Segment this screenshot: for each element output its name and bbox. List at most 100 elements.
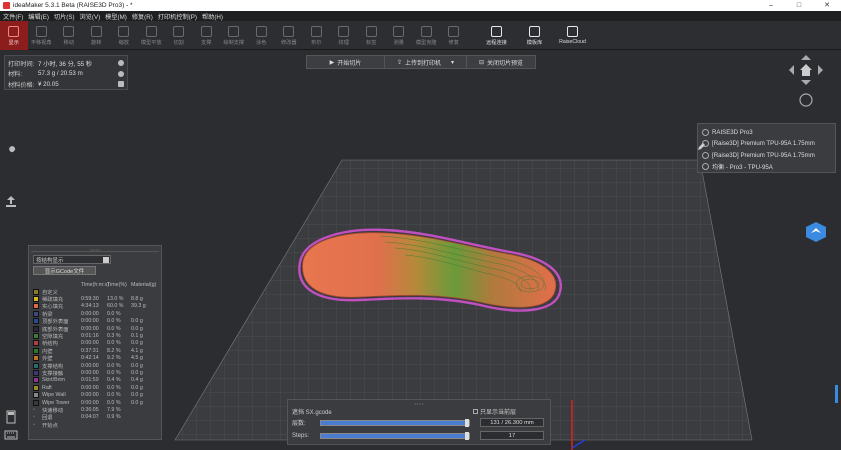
close-preview-button[interactable]: ⊟ 关闭切片预览 bbox=[467, 56, 535, 68]
legend-time: 0:00:00 bbox=[81, 340, 99, 347]
color-swatch[interactable] bbox=[33, 296, 39, 303]
start-slice-button[interactable]: ▶ 开始切片 bbox=[307, 56, 385, 68]
menu-file[interactable]: 文件(F) bbox=[3, 12, 23, 21]
minimize-button[interactable]: – bbox=[757, 0, 785, 11]
printer-settings-panel[interactable]: RAISE3D Pro3 [Raise3D] Premium TPU-95A 1… bbox=[697, 123, 836, 173]
legend-row[interactable]: ◦ 开始点 bbox=[31, 421, 159, 429]
printer-name[interactable]: RAISE3D Pro3 bbox=[702, 127, 831, 138]
vertical-scroll-handle[interactable] bbox=[835, 385, 838, 403]
color-swatch[interactable] bbox=[33, 288, 39, 295]
legend-row[interactable]: Raft 0:00:00 0.0 % 0.0 g bbox=[31, 384, 159, 391]
export-icon[interactable] bbox=[4, 194, 18, 208]
toolbar-boolean-button[interactable]: 布尔 bbox=[303, 21, 331, 50]
upload-to-printer-button[interactable]: ⇪ 上传到打印机 ▾ bbox=[385, 56, 467, 68]
filament-right[interactable]: [Raise3D] Premium TPU-95A 1.75mm bbox=[702, 150, 831, 161]
printer-label: RAISE3D Pro3 bbox=[712, 129, 753, 137]
toolbar-rotate-button[interactable]: 旋转 bbox=[83, 21, 111, 50]
color-swatch[interactable] bbox=[33, 355, 39, 362]
menu-model[interactable]: 模型(M) bbox=[105, 12, 127, 21]
color-swatch[interactable] bbox=[33, 369, 39, 376]
only-current-layer-toggle[interactable]: 只显示当前层 bbox=[472, 407, 516, 416]
calculator-icon[interactable] bbox=[118, 81, 124, 88]
legend-row[interactable]: Wipe Wall 0:00:00 0.0 % 0.0 g bbox=[31, 391, 159, 399]
legend-row[interactable]: Skirt/Brim 0:01:59 0.4 % 0.4 g bbox=[31, 377, 159, 384]
layer-value-input[interactable]: 131 / 26.300 mm bbox=[480, 418, 544, 427]
color-swatch[interactable] bbox=[33, 325, 39, 332]
toolbar-repair-button[interactable]: 修复 bbox=[440, 21, 468, 50]
drag-handle[interactable]: • • • • bbox=[31, 248, 159, 252]
color-swatch[interactable] bbox=[33, 333, 39, 340]
display-mode-select[interactable]: 按结构显示 bbox=[33, 255, 111, 264]
menu-printer-control[interactable]: 打印机控制(P) bbox=[158, 12, 197, 21]
arrow-up-icon[interactable] bbox=[801, 55, 811, 60]
menu-help[interactable]: 帮助(H) bbox=[202, 12, 223, 21]
rotate-view-icon[interactable] bbox=[799, 93, 813, 107]
layer-slider-knob[interactable] bbox=[465, 418, 469, 427]
menu-slice[interactable]: 切片(S) bbox=[54, 12, 75, 21]
color-swatch[interactable] bbox=[33, 384, 39, 391]
toolbar-clone-button[interactable]: 模型克隆 bbox=[413, 21, 441, 50]
color-swatch[interactable] bbox=[33, 318, 39, 325]
color-swatch[interactable]: ◦ bbox=[33, 422, 39, 428]
toolbar-lay-flat-button[interactable]: 模型平放 bbox=[138, 21, 166, 50]
keyboard-icon[interactable] bbox=[4, 428, 18, 442]
toolbar-remote-button[interactable]: 远程连接 bbox=[478, 21, 516, 50]
info-icon[interactable] bbox=[118, 70, 124, 77]
toolbar-eye-button[interactable]: 显示 bbox=[0, 21, 28, 50]
menu-view[interactable]: 浏览(V) bbox=[80, 12, 101, 21]
toolbar-paint-support-button[interactable]: 绘制支撑 bbox=[220, 21, 248, 50]
close-button[interactable]: ✕ bbox=[813, 0, 841, 11]
color-swatch[interactable] bbox=[33, 303, 39, 310]
raise3d-assistant-icon[interactable] bbox=[805, 221, 827, 243]
toolbar-color-button[interactable]: 涂色 bbox=[248, 21, 276, 50]
show-gcode-button[interactable]: 显示GCode文件 bbox=[33, 266, 96, 275]
legend-time: 0:36:05 bbox=[81, 406, 99, 413]
print-info-panel: 打印时间: 7 小时, 36 分, 55 秒 材料: 57.3 g / 20.53 … bbox=[4, 55, 128, 90]
color-swatch[interactable] bbox=[33, 310, 39, 317]
info-icon[interactable] bbox=[118, 60, 124, 67]
maximize-button[interactable]: □ bbox=[785, 0, 813, 11]
toolbar-scale-button[interactable]: 缩放 bbox=[110, 21, 138, 50]
view-navigator[interactable] bbox=[787, 53, 825, 107]
steps-slider-knob[interactable] bbox=[465, 431, 469, 440]
color-swatch[interactable] bbox=[33, 377, 39, 384]
color-swatch[interactable]: ◦ bbox=[33, 407, 39, 413]
toolbar-pan-button[interactable]: 平移视角 bbox=[28, 21, 56, 50]
toolbar-texture-button[interactable]: 纹理 bbox=[330, 21, 358, 50]
toolbar-cloud-button[interactable]: RaiseCloud bbox=[554, 21, 592, 50]
toolbar-label: 移动 bbox=[63, 39, 74, 46]
toolbar-template-button[interactable]: 模板库 bbox=[516, 21, 554, 50]
slice-profile[interactable]: 均衡 - Pro3 - TPU-95A bbox=[702, 161, 831, 172]
toolbar-move-button[interactable]: 移动 bbox=[55, 21, 83, 50]
steps-value-input[interactable]: 17 bbox=[480, 431, 544, 440]
toolbar-cut-button[interactable]: 切割 bbox=[165, 21, 193, 50]
menu-repair[interactable]: 修复(R) bbox=[132, 12, 153, 21]
color-swatch[interactable] bbox=[33, 362, 39, 369]
toolbar-measure-button[interactable]: 测量 bbox=[385, 21, 413, 50]
color-swatch[interactable] bbox=[33, 399, 39, 406]
checkbox[interactable] bbox=[472, 409, 478, 414]
edit-icon[interactable] bbox=[697, 143, 705, 151]
menu-edit[interactable]: 编辑(E) bbox=[28, 12, 49, 21]
arrow-down-icon[interactable] bbox=[801, 80, 811, 85]
layer-slider[interactable] bbox=[320, 418, 470, 427]
steps-slider[interactable] bbox=[320, 431, 470, 440]
home-icon[interactable] bbox=[800, 64, 812, 76]
calculator-side-icon[interactable] bbox=[4, 410, 18, 424]
filament-left[interactable]: [Raise3D] Premium TPU-95A 1.75mm bbox=[702, 138, 831, 149]
legend-name: Wipe Wall bbox=[42, 392, 66, 399]
chevron-down-icon[interactable] bbox=[103, 257, 109, 263]
color-swatch[interactable] bbox=[33, 392, 39, 399]
wrench-icon[interactable] bbox=[4, 146, 18, 160]
toolbar-modifier-button[interactable]: 修改器 bbox=[275, 21, 303, 50]
arrow-right-icon[interactable] bbox=[818, 65, 823, 75]
color-swatch[interactable] bbox=[33, 340, 39, 347]
legend-row[interactable]: 支撑接触 0:00:00 0.0 % 0.0 g bbox=[31, 369, 159, 377]
arrow-left-icon[interactable] bbox=[789, 65, 794, 75]
chevron-down-icon[interactable]: ▾ bbox=[451, 59, 454, 66]
color-swatch[interactable] bbox=[33, 347, 39, 354]
color-swatch[interactable]: ◦ bbox=[33, 414, 39, 420]
drag-handle[interactable]: • • • • bbox=[292, 402, 546, 406]
toolbar-support-button[interactable]: 支撑 bbox=[193, 21, 221, 50]
toolbar-label-button[interactable]: 标签 bbox=[358, 21, 386, 50]
